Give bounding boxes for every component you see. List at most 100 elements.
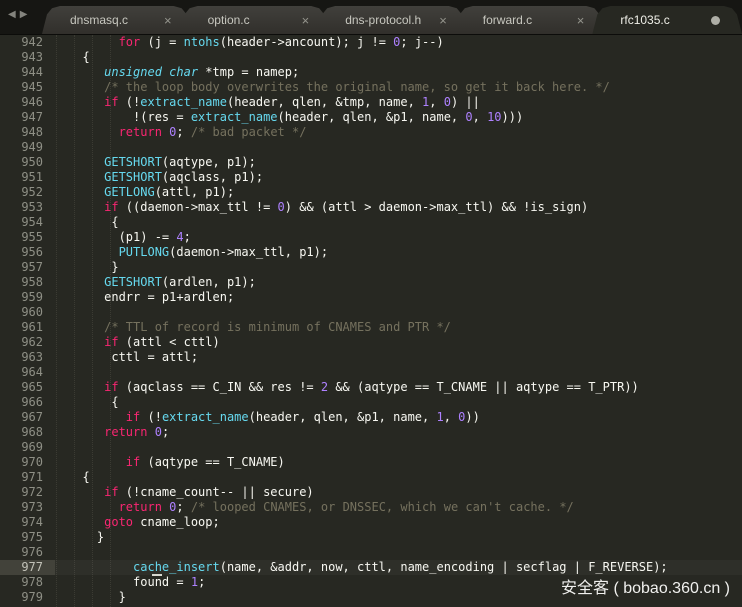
code-line[interactable]: 971 { [0,470,742,485]
code-line[interactable]: 970 if (aqtype == T_CNAME) [0,455,742,470]
code-line[interactable]: 969 [0,440,742,455]
line-number[interactable]: 961 [0,320,55,335]
code-editor-window: ◀▶ dnsmasq.c × option.c × dns-protocol.h × for… [0,0,742,607]
line-number[interactable]: 950 [0,155,55,170]
tab-dns-protocol-h[interactable]: dns-protocol.h × [317,6,467,34]
line-number[interactable]: 970 [0,455,55,470]
line-number[interactable]: 949 [0,140,55,155]
code-line[interactable]: 958 GETSHORT(ardlen, p1); [0,275,742,290]
code-line[interactable]: 972 if (!cname_count-- || secure) [0,485,742,500]
line-number[interactable]: 954 [0,215,55,230]
code-line[interactable]: 959 endrr = p1+ardlen; [0,290,742,305]
tab-rfc1035-c[interactable]: rfc1035.c [592,6,742,34]
line-number[interactable]: 962 [0,335,55,350]
line-number[interactable]: 947 [0,110,55,125]
code-line[interactable]: 950 GETSHORT(aqtype, p1); [0,155,742,170]
code-line[interactable]: 952 GETLONG(attl, p1); [0,185,742,200]
code-line[interactable]: 957 } [0,260,742,275]
code-line[interactable]: 954 { [0,215,742,230]
line-number[interactable]: 969 [0,440,55,455]
line-number[interactable]: 965 [0,380,55,395]
code-line[interactable]: 945 /* the loop body overwrites the orig… [0,80,742,95]
line-number[interactable]: 972 [0,485,55,500]
line-number[interactable]: 979 [0,590,55,605]
code-line[interactable]: 943 { [0,50,742,65]
line-number[interactable]: 958 [0,275,55,290]
code-line[interactable]: 956 PUTLONG(daemon->max_ttl, p1); [0,245,742,260]
line-number[interactable]: 974 [0,515,55,530]
code-line[interactable]: 953 if ((daemon->max_ttl != 0) && (attl … [0,200,742,215]
line-number[interactable]: 951 [0,170,55,185]
code-line[interactable]: 973 return 0; /* looped CNAMES, or DNSSE… [0,500,742,515]
code-line[interactable]: 963 cttl = attl; [0,350,742,365]
code-line[interactable]: 948 return 0; /* bad packet */ [0,125,742,140]
code-editor: 942 for (j = ntohs(header->ancount); j !… [0,35,742,607]
line-number[interactable]: 977 [0,560,55,575]
modified-dot-icon[interactable] [711,16,720,25]
code-text: endrr = p1+ardlen; [104,290,235,304]
code-line[interactable]: 955 (p1) -= 4; [0,230,742,245]
code-text: /* TTL of record is minimum of CNAMES an… [104,320,451,334]
code-text: } [111,260,119,274]
line-number[interactable]: 946 [0,95,55,110]
line-number[interactable]: 971 [0,470,55,485]
nav-forward-icon[interactable]: ▶ [20,9,32,20]
code-line[interactable]: 964 [0,365,742,380]
code-line[interactable]: 974 goto cname_loop; [0,515,742,530]
code-line[interactable]: 966 { [0,395,742,410]
code-line[interactable]: 977 cache_insert(name, &addr, now, cttl,… [0,560,742,575]
line-number[interactable]: 952 [0,185,55,200]
tab-close-icon[interactable]: × [439,14,447,27]
line-number[interactable]: 967 [0,410,55,425]
tab-close-icon[interactable]: × [302,14,310,27]
code-line[interactable]: 942 for (j = ntohs(header->ancount); j !… [0,35,742,50]
code-line[interactable]: 976 [0,545,742,560]
code-line[interactable]: 962 if (attl < cttl) [0,335,742,350]
code-line[interactable]: 946 if (!extract_name(header, qlen, &tmp… [0,95,742,110]
code-line[interactable]: 949 [0,140,742,155]
line-number[interactable]: 968 [0,425,55,440]
code-line[interactable]: 975 } [0,530,742,545]
line-number[interactable]: 978 [0,575,55,590]
line-number[interactable]: 963 [0,350,55,365]
line-number[interactable]: 943 [0,50,55,65]
line-number[interactable]: 948 [0,125,55,140]
code-line[interactable]: 965 if (aqclass == C_IN && res != 2 && (… [0,380,742,395]
line-number[interactable]: 960 [0,305,55,320]
code-text: return 0; /* bad packet */ [118,125,307,139]
line-number[interactable]: 953 [0,200,55,215]
tab-dnsmasq-c[interactable]: dnsmasq.c × [42,6,192,34]
code-line[interactable]: 947 !(res = extract_name(header, qlen, &… [0,110,742,125]
line-number[interactable]: 973 [0,500,55,515]
code-line[interactable]: 968 return 0; [0,425,742,440]
line-number[interactable]: 957 [0,260,55,275]
tab-forward-c[interactable]: forward.c × [455,6,605,34]
code-line[interactable]: 967 if (!extract_name(header, qlen, &p1,… [0,410,742,425]
code-line[interactable]: 944 unsigned char *tmp = namep; [0,65,742,80]
line-number[interactable]: 976 [0,545,55,560]
code-text: (p1) -= 4; [118,230,191,244]
line-number[interactable]: 956 [0,245,55,260]
code-line[interactable]: 961 /* TTL of record is minimum of CNAME… [0,320,742,335]
line-number[interactable]: 966 [0,395,55,410]
code-text: return 0; /* looped CNAMES, or DNSSEC, w… [118,500,574,514]
tab-label: forward.c [482,13,533,27]
tab-close-icon[interactable]: × [164,14,172,27]
code-text: GETSHORT(ardlen, p1); [104,275,256,289]
tab-option-c[interactable]: option.c × [180,6,330,34]
line-number[interactable]: 975 [0,530,55,545]
tab-close-icon[interactable]: × [577,14,585,27]
code-line[interactable]: 951 GETSHORT(aqclass, p1); [0,170,742,185]
line-number[interactable]: 959 [0,290,55,305]
line-number[interactable]: 944 [0,65,55,80]
line-number[interactable]: 955 [0,230,55,245]
nav-back-icon[interactable]: ◀ [8,9,20,20]
code-line[interactable]: 960 [0,305,742,320]
line-number[interactable]: 942 [0,35,55,50]
line-number[interactable]: 945 [0,80,55,95]
line-number[interactable]: 964 [0,365,55,380]
